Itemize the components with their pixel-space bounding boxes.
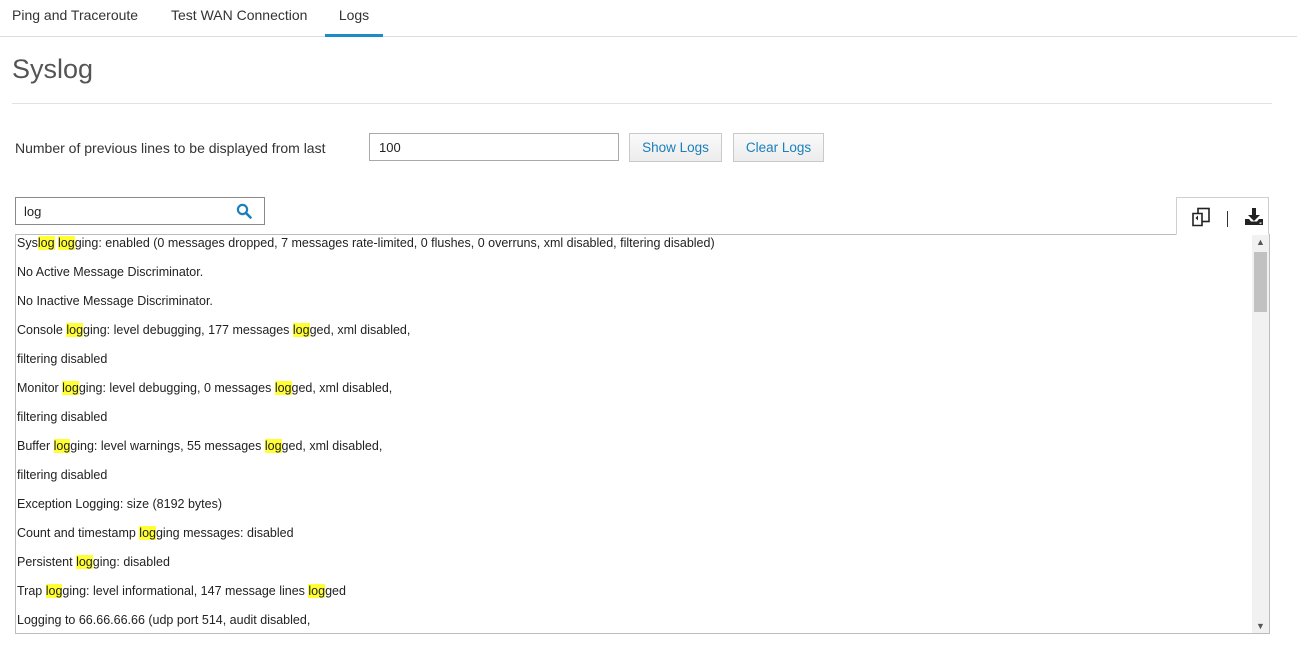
log-line: filtering disabled <box>17 410 108 424</box>
search-highlight: log <box>37 236 55 250</box>
search-highlight: log <box>139 526 156 540</box>
scroll-down-arrow-icon[interactable]: ▼ <box>1252 619 1269 633</box>
log-line: Count and timestamp logging messages: di… <box>17 526 294 540</box>
log-line: Trap logging: level informational, 147 m… <box>17 584 346 598</box>
log-line: Exception Logging: size (8192 bytes) <box>17 497 222 511</box>
clear-logs-button[interactable]: Clear Logs <box>733 133 824 162</box>
tab-bar: Ping and Traceroute Test WAN Connection … <box>0 0 1297 37</box>
tab-ping-traceroute[interactable]: Ping and Traceroute <box>12 0 138 37</box>
search-highlight: log <box>264 439 282 453</box>
search-highlight: log <box>292 323 310 337</box>
lines-count-input[interactable] <box>369 133 619 161</box>
toolbar-separator <box>1227 211 1228 227</box>
scroll-up-arrow-icon[interactable]: ▲ <box>1252 235 1269 249</box>
tab-logs[interactable]: Logs <box>325 0 383 37</box>
search-icon[interactable] <box>236 203 252 219</box>
lines-count-label: Number of previous lines to be displayed… <box>15 140 326 156</box>
title-divider <box>12 103 1272 104</box>
page-title: Syslog <box>12 54 94 84</box>
log-line: Persistent logging: disabled <box>17 555 170 569</box>
log-line: filtering disabled <box>17 352 108 366</box>
search-highlight: log <box>274 381 292 395</box>
log-toolbar <box>1176 197 1269 235</box>
search-highlight: log <box>76 555 93 569</box>
log-line: filtering disabled <box>17 468 108 482</box>
log-search-input[interactable] <box>16 198 231 224</box>
log-line: Console logging: level debugging, 177 me… <box>17 323 411 337</box>
log-line: Buffer logging: level warnings, 55 messa… <box>17 439 383 453</box>
download-icon[interactable] <box>1244 207 1264 226</box>
log-line: No Active Message Discriminator. <box>17 265 204 279</box>
log-output-panel[interactable]: Syslog logging: enabled (0 messages drop… <box>15 234 1270 634</box>
search-highlight: log <box>45 584 63 598</box>
copy-icon[interactable] <box>1190 207 1212 227</box>
log-lines: Syslog logging: enabled (0 messages drop… <box>16 235 1252 633</box>
log-search-box <box>15 197 265 225</box>
search-highlight: log <box>62 381 79 395</box>
tab-test-wan-connection[interactable]: Test WAN Connection <box>171 0 307 37</box>
log-line: Logging to 66.66.66.66 (udp port 514, au… <box>17 613 311 627</box>
search-highlight: log <box>66 323 84 337</box>
log-line: No Inactive Message Discriminator. <box>17 294 213 308</box>
log-line: Syslog logging: enabled (0 messages drop… <box>17 236 715 250</box>
log-scrollbar[interactable]: ▲ ▼ <box>1252 235 1269 633</box>
search-highlight: log <box>58 236 75 250</box>
search-highlight: log <box>308 584 326 598</box>
search-highlight: log <box>53 439 71 453</box>
log-line: Monitor logging: level debugging, 0 mess… <box>17 381 393 395</box>
scroll-thumb[interactable] <box>1254 252 1267 312</box>
show-logs-button[interactable]: Show Logs <box>629 133 722 162</box>
